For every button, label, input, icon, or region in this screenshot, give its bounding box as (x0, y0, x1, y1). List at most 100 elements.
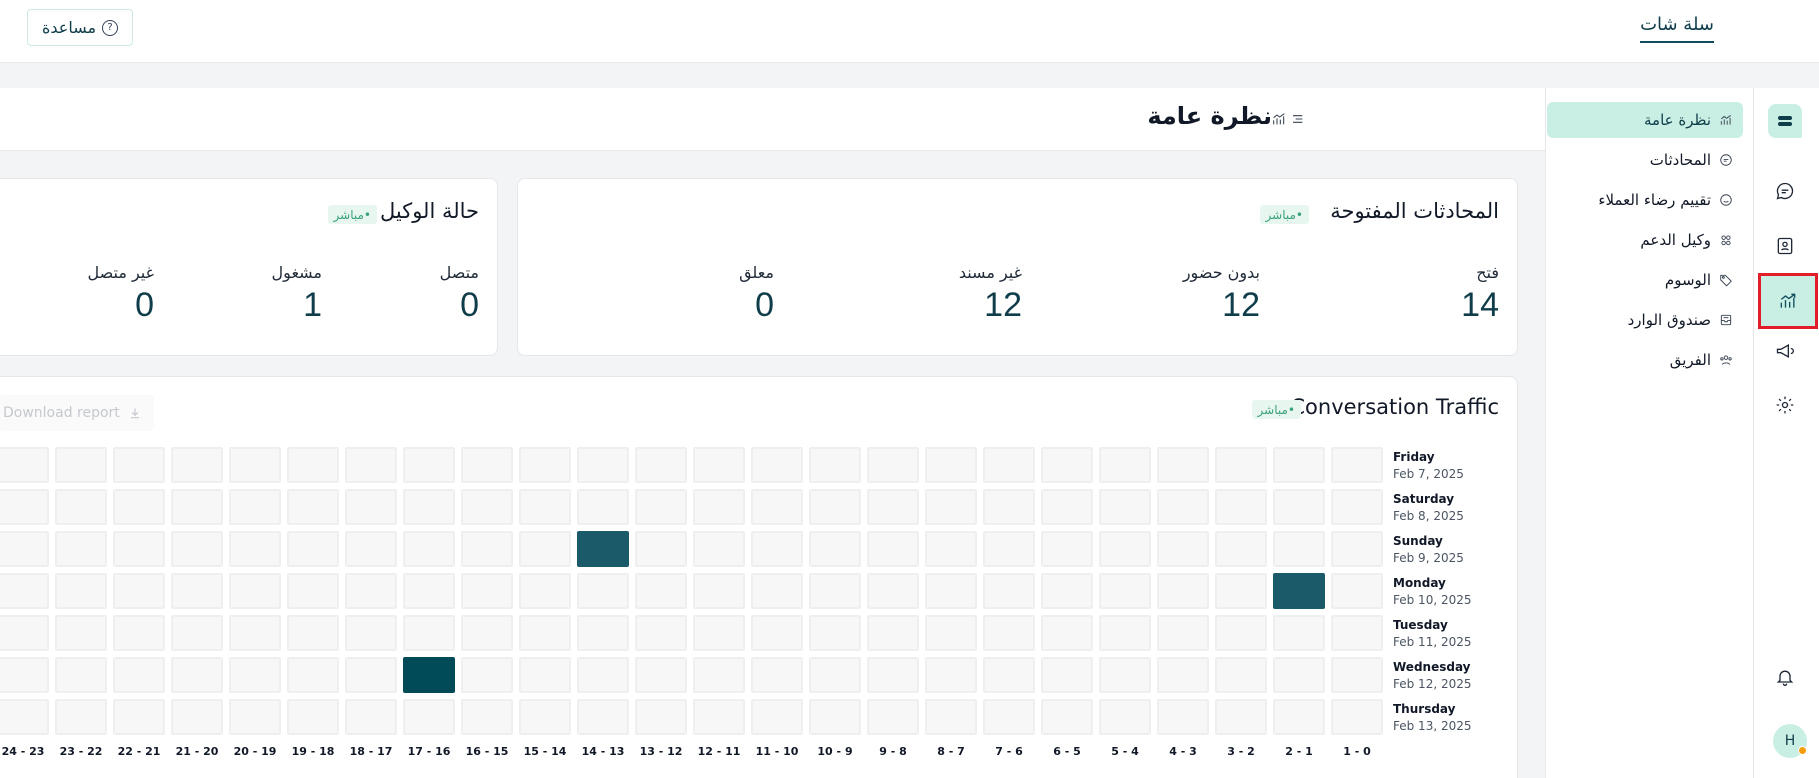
heatmap-cell[interactable] (1273, 615, 1325, 651)
sidebar-item-team[interactable]: الفريق (1547, 342, 1743, 378)
heatmap-cell[interactable] (0, 489, 49, 525)
heatmap-cell[interactable] (809, 531, 861, 567)
heatmap-cell[interactable] (519, 615, 571, 651)
heatmap-cell[interactable] (577, 573, 629, 609)
app-logo-icon[interactable] (1768, 104, 1802, 138)
heatmap-cell[interactable] (519, 699, 571, 735)
heatmap-cell[interactable] (809, 489, 861, 525)
heatmap-cell[interactable] (1331, 489, 1383, 525)
heatmap-cell[interactable] (867, 573, 919, 609)
heatmap-cell[interactable] (577, 657, 629, 693)
heatmap-cell[interactable] (171, 615, 223, 651)
heatmap-cell[interactable] (287, 489, 339, 525)
heatmap-cell[interactable] (635, 447, 687, 483)
heatmap-cell[interactable] (1331, 531, 1383, 567)
heatmap-cell[interactable] (345, 531, 397, 567)
heatmap-cell[interactable] (403, 531, 455, 567)
heatmap-cell[interactable] (751, 657, 803, 693)
heatmap-cell[interactable] (751, 531, 803, 567)
heatmap-cell[interactable] (1215, 699, 1267, 735)
heatmap-cell[interactable] (55, 489, 107, 525)
heatmap-cell[interactable] (983, 489, 1035, 525)
heatmap-cell[interactable] (925, 447, 977, 483)
heatmap-cell[interactable] (867, 699, 919, 735)
menu-lines-icon[interactable] (1289, 111, 1305, 127)
heatmap-cell[interactable] (751, 699, 803, 735)
heatmap-cell[interactable] (1041, 447, 1093, 483)
heatmap-cell[interactable] (55, 447, 107, 483)
heatmap-cell[interactable] (461, 657, 513, 693)
heatmap-cell[interactable] (403, 573, 455, 609)
heatmap-cell[interactable] (1273, 657, 1325, 693)
heatmap-cell[interactable] (287, 657, 339, 693)
heatmap-cell[interactable] (1331, 447, 1383, 483)
heatmap-cell[interactable] (693, 699, 745, 735)
heatmap-cell[interactable] (461, 699, 513, 735)
heatmap-cell[interactable] (809, 615, 861, 651)
heatmap-cell[interactable] (113, 657, 165, 693)
heatmap-cell[interactable] (635, 531, 687, 567)
rail-settings-button[interactable] (1768, 388, 1802, 422)
heatmap-cell[interactable] (461, 447, 513, 483)
heatmap-cell[interactable] (0, 657, 49, 693)
download-report-button[interactable]: Download report (0, 395, 154, 431)
sidebar-item-labels[interactable]: الوسوم (1547, 262, 1743, 298)
rail-campaigns-button[interactable] (1768, 334, 1802, 368)
heatmap-cell[interactable] (809, 657, 861, 693)
heatmap-cell[interactable] (0, 615, 49, 651)
heatmap-cell[interactable] (925, 573, 977, 609)
heatmap-cell[interactable] (693, 531, 745, 567)
heatmap-cell[interactable] (1157, 657, 1209, 693)
heatmap-cell[interactable] (751, 615, 803, 651)
heatmap-cell[interactable] (55, 657, 107, 693)
heatmap-cell[interactable] (635, 657, 687, 693)
heatmap-cell[interactable] (577, 489, 629, 525)
rail-conversations-button[interactable] (1768, 174, 1802, 208)
heatmap-cell[interactable] (1041, 531, 1093, 567)
heatmap-cell[interactable] (1157, 615, 1209, 651)
heatmap-cell[interactable] (1099, 699, 1151, 735)
help-button[interactable]: ? مساعدة (27, 9, 134, 46)
heatmap-cell[interactable] (0, 699, 49, 735)
heatmap-cell[interactable] (171, 489, 223, 525)
sidebar-item-csat[interactable]: تقييم رضاء العملاء (1547, 182, 1743, 218)
heatmap-cell[interactable] (1041, 573, 1093, 609)
heatmap-cell[interactable] (983, 615, 1035, 651)
heatmap-cell[interactable] (1157, 489, 1209, 525)
heatmap-cell[interactable] (693, 489, 745, 525)
heatmap-cell[interactable] (867, 615, 919, 651)
heatmap-cell[interactable] (403, 447, 455, 483)
rail-notifications-button[interactable] (1768, 660, 1802, 694)
heatmap-cell[interactable] (345, 657, 397, 693)
heatmap-cell[interactable] (461, 489, 513, 525)
rail-contacts-button[interactable] (1768, 229, 1802, 263)
heatmap-cell[interactable] (0, 447, 49, 483)
heatmap-cell[interactable] (461, 531, 513, 567)
heatmap-cell[interactable] (171, 573, 223, 609)
heatmap-cell[interactable] (403, 657, 455, 693)
heatmap-cell[interactable] (229, 489, 281, 525)
heatmap-cell[interactable] (171, 657, 223, 693)
heatmap-cell[interactable] (1099, 657, 1151, 693)
heatmap-cell[interactable] (1215, 573, 1267, 609)
heatmap-cell[interactable] (1157, 447, 1209, 483)
heatmap-cell[interactable] (1273, 531, 1325, 567)
heatmap-cell[interactable] (983, 531, 1035, 567)
heatmap-cell[interactable] (1099, 615, 1151, 651)
heatmap-cell[interactable] (983, 447, 1035, 483)
heatmap-cell[interactable] (461, 615, 513, 651)
heatmap-cell[interactable] (1157, 531, 1209, 567)
heatmap-cell[interactable] (693, 447, 745, 483)
heatmap-cell[interactable] (1215, 447, 1267, 483)
heatmap-cell[interactable] (577, 615, 629, 651)
heatmap-cell[interactable] (867, 447, 919, 483)
heatmap-cell[interactable] (925, 531, 977, 567)
heatmap-cell[interactable] (1215, 615, 1267, 651)
heatmap-cell[interactable] (403, 489, 455, 525)
heatmap-cell[interactable] (229, 615, 281, 651)
heatmap-cell[interactable] (635, 573, 687, 609)
heatmap-cell[interactable] (55, 531, 107, 567)
heatmap-cell[interactable] (1331, 573, 1383, 609)
heatmap-cell[interactable] (461, 573, 513, 609)
heatmap-cell[interactable] (1157, 573, 1209, 609)
